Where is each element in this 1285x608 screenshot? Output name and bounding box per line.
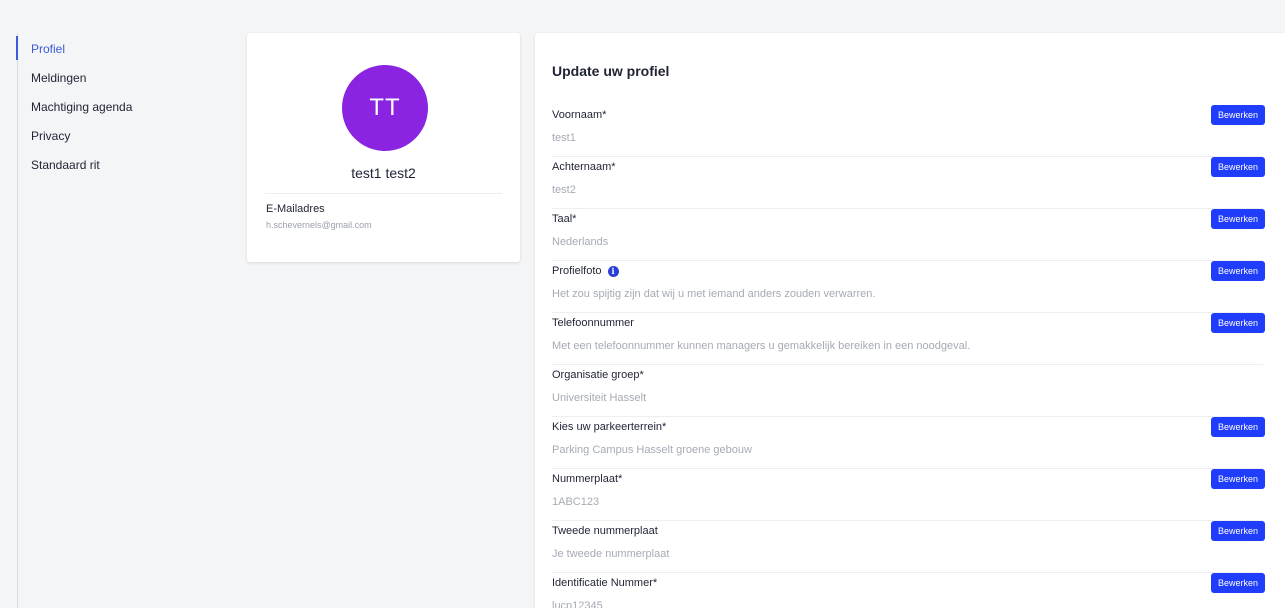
field-value: lucp12345	[552, 600, 603, 608]
field-label: Nummerplaat*	[552, 473, 623, 485]
field-row-profielfoto: Profielfoto i Het zou spijtig zijn dat w…	[535, 261, 1285, 317]
field-label: Identificatie Nummer*	[552, 577, 658, 589]
edit-tweede-nummerplaat-button[interactable]: Bewerken	[1211, 521, 1265, 541]
field-value: Parking Campus Hasselt groene gebouw	[552, 444, 752, 456]
field-value: test2	[552, 184, 576, 196]
edit-parkeerterrein-button[interactable]: Bewerken	[1211, 417, 1265, 437]
field-row-parkeerterrein: Kies uw parkeerterrein* Parking Campus H…	[535, 417, 1285, 473]
sidebar-item-meldingen[interactable]: Meldingen	[31, 71, 86, 85]
field-row-achternaam: Achternaam* test2 Bewerken	[535, 157, 1285, 213]
edit-taal-button[interactable]: Bewerken	[1211, 209, 1265, 229]
field-value: Met een telefoonnummer kunnen managers u…	[552, 340, 971, 352]
row-divider	[552, 572, 1263, 573]
field-label: Tweede nummerplaat	[552, 525, 658, 537]
row-divider	[552, 520, 1263, 521]
field-label-wrap: Profielfoto i	[552, 265, 619, 277]
edit-achternaam-button[interactable]: Bewerken	[1211, 157, 1265, 177]
avatar: TT	[342, 65, 428, 151]
field-row-tweede-nummerplaat: Tweede nummerplaat Je tweede nummerplaat…	[535, 521, 1285, 577]
edit-nummerplaat-button[interactable]: Bewerken	[1211, 469, 1265, 489]
row-divider	[552, 208, 1263, 209]
row-divider	[552, 260, 1263, 261]
sidebar-item-privacy[interactable]: Privacy	[31, 129, 70, 143]
row-divider	[552, 364, 1263, 365]
field-value: test1	[552, 132, 576, 144]
field-label: Taal*	[552, 213, 577, 225]
email-value: h.schevernels@gmail.com	[266, 220, 372, 230]
email-label: E-Mailadres	[266, 203, 325, 215]
edit-profielfoto-button[interactable]: Bewerken	[1211, 261, 1265, 281]
row-divider	[552, 312, 1263, 313]
sidebar-rail	[17, 33, 18, 608]
row-divider	[552, 156, 1263, 157]
sidebar-item-machtiging-agenda[interactable]: Machtiging agenda	[31, 100, 132, 114]
info-icon[interactable]: i	[607, 265, 619, 277]
sidebar-active-indicator	[16, 36, 18, 60]
field-row-voornaam: Voornaam* test1 Bewerken	[535, 105, 1285, 161]
edit-telefoonnummer-button[interactable]: Bewerken	[1211, 313, 1265, 333]
row-divider	[552, 468, 1263, 469]
field-label: Organisatie groep*	[552, 369, 644, 381]
field-row-organisatie-groep: Organisatie groep* Universiteit Hasselt	[535, 369, 1285, 421]
sidebar-item-profiel[interactable]: Profiel	[31, 42, 65, 56]
divider	[265, 193, 502, 194]
field-label: Voornaam*	[552, 109, 607, 121]
field-label: Telefoonnummer	[552, 317, 634, 329]
field-value: 1ABC123	[552, 496, 600, 508]
edit-identificatie-nummer-button[interactable]: Bewerken	[1211, 573, 1265, 593]
field-row-taal: Taal* Nederlands Bewerken	[535, 209, 1285, 265]
field-value: Universiteit Hasselt	[552, 392, 647, 404]
field-value: Je tweede nummerplaat	[552, 548, 670, 560]
settings-sidebar: Profiel Meldingen Machtiging agenda Priv…	[0, 33, 230, 608]
field-label: Kies uw parkeerterrein*	[552, 421, 667, 433]
field-value: Het zou spijtig zijn dat wij u met ieman…	[552, 288, 876, 300]
field-row-identificatie-nummer: Identificatie Nummer* lucp12345 Bewerken	[535, 573, 1285, 608]
sidebar-item-standaard-rit[interactable]: Standaard rit	[31, 158, 100, 172]
field-value: Nederlands	[552, 236, 609, 248]
field-label: Profielfoto	[552, 265, 602, 277]
page-title: Update uw profiel	[552, 63, 670, 79]
row-divider	[552, 416, 1263, 417]
field-row-nummerplaat: Nummerplaat* 1ABC123 Bewerken	[535, 469, 1285, 525]
profile-full-name: test1 test2	[351, 165, 416, 181]
edit-voornaam-button[interactable]: Bewerken	[1211, 105, 1265, 125]
field-row-telefoonnummer: Telefoonnummer Met een telefoonnummer ku…	[535, 313, 1285, 369]
field-label: Achternaam*	[552, 161, 616, 173]
profile-card: TT test1 test2 E-Mailadres h.schevernels…	[247, 33, 520, 262]
update-profile-card: Update uw profiel Voornaam* test1 Bewerk…	[535, 33, 1285, 608]
